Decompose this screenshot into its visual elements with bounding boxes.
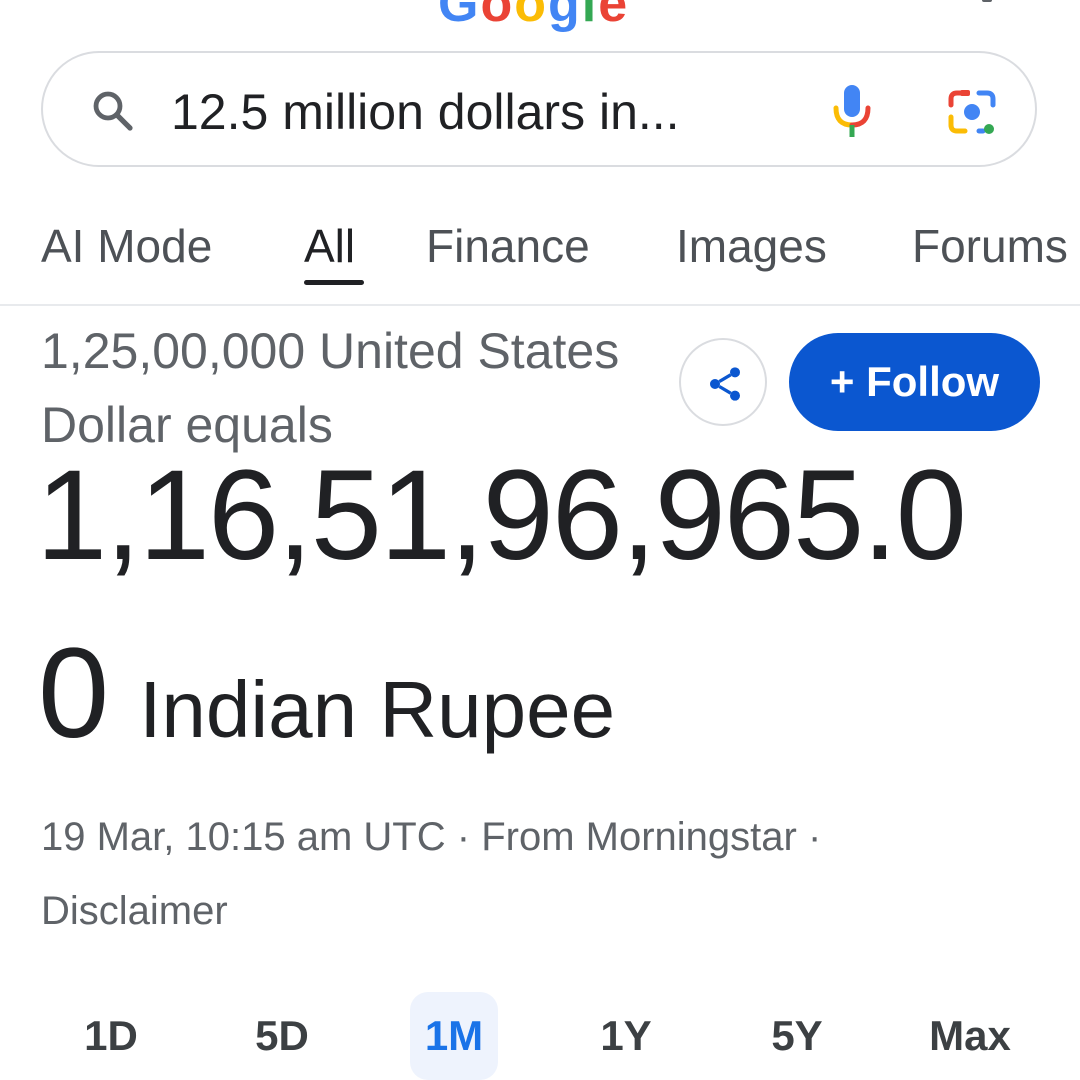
- meta-separator: ·: [807, 815, 822, 859]
- range-1y[interactable]: 1Y: [582, 992, 670, 1080]
- range-1m[interactable]: 1M: [410, 992, 498, 1080]
- search-box[interactable]: 12.5 million dollars in...: [41, 51, 1037, 167]
- tab-forums[interactable]: Forums: [912, 218, 1068, 274]
- lens-icon[interactable]: [947, 87, 997, 137]
- range-5y[interactable]: 5Y: [753, 992, 841, 1080]
- range-1d[interactable]: 1D: [67, 992, 155, 1080]
- follow-button[interactable]: + Follow: [789, 333, 1040, 431]
- active-tab-indicator: [304, 280, 364, 285]
- range-max[interactable]: Max: [926, 992, 1014, 1080]
- search-tabs: AI Mode All Finance Images Forums: [0, 210, 1080, 306]
- timestamp: 19 Mar, 10:15 am UTC: [41, 815, 446, 859]
- tab-images[interactable]: Images: [676, 218, 827, 274]
- conversion-result: 1,16,51,96,965.0: [36, 444, 967, 587]
- meta-separator: ·: [456, 815, 471, 859]
- tab-all[interactable]: All: [304, 218, 355, 274]
- chart-range-selector: 1D 5D 1M 1Y 5Y Max: [0, 992, 1080, 1080]
- conversion-currency: Indian Rupee: [139, 665, 616, 754]
- mic-icon[interactable]: [829, 83, 875, 139]
- tab-ai-mode[interactable]: AI Mode: [41, 218, 212, 274]
- share-button[interactable]: [679, 338, 767, 426]
- tab-finance[interactable]: Finance: [426, 218, 590, 274]
- conversion-result-digit: 0: [38, 622, 110, 765]
- conversion-source: 1,25,00,000 United States Dollar equals: [41, 323, 620, 453]
- disclaimer-link[interactable]: Disclaimer: [41, 889, 228, 933]
- search-icon[interactable]: [89, 87, 137, 135]
- source-link[interactable]: From Morningstar: [481, 815, 797, 859]
- search-input[interactable]: 12.5 million dollars in...: [171, 84, 680, 140]
- range-5d[interactable]: 5D: [238, 992, 326, 1080]
- google-logo[interactable]: Google: [438, 0, 629, 30]
- conversion-result-tail: 0 Indian Rupee: [38, 624, 615, 803]
- menu-icon[interactable]: [982, 0, 992, 2]
- conversion-meta: 19 Mar, 10:15 am UTC · From Morningstar …: [41, 800, 1041, 948]
- search-results-page: Google 12.5 million dollars in... AI Mod…: [0, 0, 1080, 1080]
- share-icon: [710, 367, 740, 401]
